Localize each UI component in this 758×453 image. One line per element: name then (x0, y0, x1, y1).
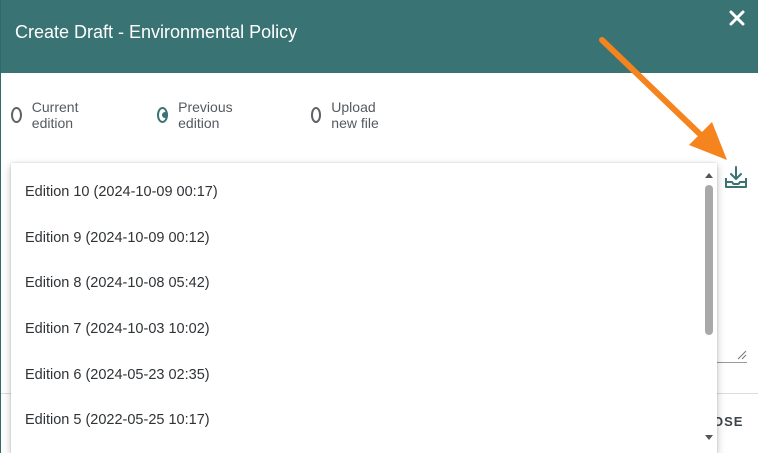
create-draft-dialog: Create Draft - Environmental Policy Curr… (0, 0, 758, 453)
scroll-up-arrow-icon[interactable] (703, 170, 715, 180)
radio-circle-selected (157, 107, 169, 123)
edition-dropdown-list[interactable]: Edition 10 (2024-10-09 00:17) Edition 9 … (11, 163, 717, 453)
resize-handle-icon[interactable] (737, 350, 747, 360)
radio-circle (11, 107, 22, 123)
dialog-header: Create Draft - Environmental Policy (1, 0, 758, 73)
list-item-edition[interactable]: Edition 10 (2024-10-09 00:17) (25, 184, 218, 200)
close-button[interactable]: OSE (713, 414, 743, 429)
radio-circle (311, 107, 322, 123)
list-item-edition[interactable]: Edition 6 (2024-05-23 02:35) (25, 367, 210, 383)
close-icon[interactable] (725, 6, 749, 30)
radio-previous-edition[interactable]: Previous edition (157, 99, 237, 131)
download-tray-icon[interactable] (723, 164, 749, 190)
radio-label: Upload new file (331, 99, 379, 131)
radio-label: Previous edition (178, 99, 233, 131)
scroll-down-arrow-icon[interactable] (703, 433, 715, 443)
dialog-title: Create Draft - Environmental Policy (15, 22, 298, 42)
list-item-edition[interactable]: Edition 5 (2022-05-25 10:17) (25, 412, 210, 428)
list-item-edition[interactable]: Edition 9 (2024-10-09 00:12) (25, 230, 210, 246)
radio-current-edition[interactable]: Current edition (11, 99, 84, 131)
list-item-edition[interactable]: Edition 8 (2024-10-08 05:42) (25, 275, 210, 291)
list-item-edition[interactable]: Edition 7 (2024-10-03 10:02) (25, 321, 210, 337)
scrollbar-thumb[interactable] (705, 185, 713, 335)
radio-label: Current edition (31, 99, 79, 131)
radio-upload-new-file[interactable]: Upload new file (311, 99, 381, 131)
